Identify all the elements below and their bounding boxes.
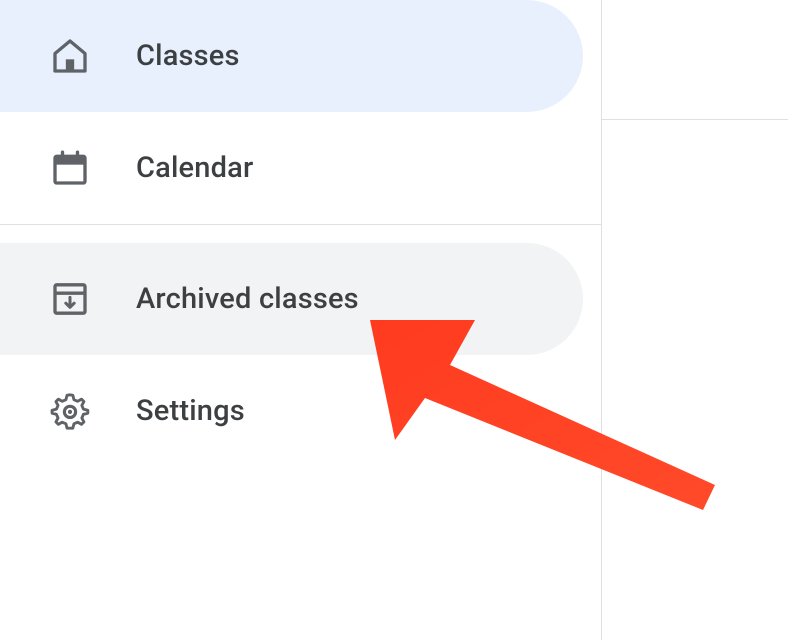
sidebar-item-archived-classes[interactable]: Archived classes (0, 243, 583, 355)
sidebar-item-settings[interactable]: Settings (0, 355, 583, 467)
gear-icon (48, 389, 92, 433)
content-divider (602, 119, 788, 120)
sidebar-item-label: Classes (136, 39, 240, 73)
sidebar-item-label: Archived classes (136, 282, 359, 316)
sidebar-item-classes[interactable]: Classes (0, 0, 583, 112)
nav-section-bottom: Archived classes Settings (0, 225, 601, 467)
sidebar-item-calendar[interactable]: Calendar (0, 112, 583, 224)
sidebar-item-label: Settings (136, 394, 245, 428)
sidebar: Classes Calendar (0, 0, 602, 640)
calendar-icon (48, 146, 92, 190)
archive-icon (48, 277, 92, 321)
sidebar-item-label: Calendar (136, 151, 253, 185)
nav-section-top: Classes Calendar (0, 0, 601, 224)
home-icon (48, 34, 92, 78)
